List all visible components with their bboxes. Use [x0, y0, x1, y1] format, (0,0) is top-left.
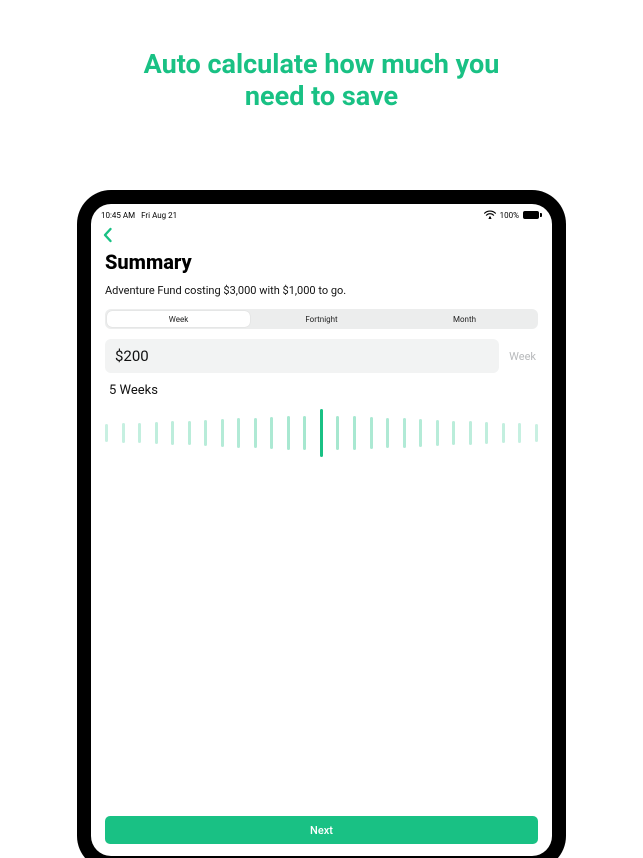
- slider-tick: [155, 422, 158, 444]
- slider-tick: [353, 416, 356, 449]
- slider-tick: [188, 421, 191, 446]
- slider-tick: [303, 416, 306, 451]
- slider-tick: [436, 420, 439, 446]
- status-time: 10:45 AM: [101, 211, 135, 220]
- segment-fortnight[interactable]: Fortnight: [250, 311, 393, 327]
- slider-tick: [221, 419, 224, 447]
- slider-tick: [105, 424, 108, 442]
- slider-tick: [535, 424, 538, 442]
- slider-tick: [254, 418, 257, 448]
- period-segmented-control[interactable]: Week Fortnight Month: [105, 309, 538, 329]
- segment-week[interactable]: Week: [107, 311, 250, 327]
- app-screen: 10:45 AM Fri Aug 21 100%: [91, 204, 552, 856]
- slider-tick: [419, 419, 422, 447]
- slider-tick: [469, 421, 472, 445]
- slider-tick: [122, 423, 125, 442]
- slider-tick: [270, 417, 273, 449]
- duration-label: 5 Weeks: [105, 383, 538, 398]
- next-button[interactable]: Next: [105, 816, 538, 844]
- slider-tick: [237, 418, 240, 447]
- slider-tick: [370, 417, 373, 449]
- slider-tick: [204, 420, 207, 446]
- slider-tick: [336, 416, 339, 451]
- wifi-icon: [484, 210, 496, 221]
- battery-icon: [523, 211, 542, 219]
- slider-tick: [485, 422, 488, 444]
- slider-tick: [287, 416, 290, 449]
- marketing-headline: Auto calculate how much you need to save: [0, 48, 643, 113]
- amount-field[interactable]: $200: [105, 339, 499, 373]
- slider-tick: [171, 421, 174, 445]
- slider-tick: [452, 421, 455, 446]
- status-date: Fri Aug 21: [141, 211, 177, 220]
- slider-tick: [138, 423, 141, 444]
- back-button[interactable]: [99, 226, 117, 244]
- device-frame: 10:45 AM Fri Aug 21 100%: [77, 190, 566, 858]
- slider-tick-center: [320, 409, 323, 457]
- status-battery-pct: 100%: [500, 211, 519, 220]
- page-title: Summary: [105, 250, 538, 274]
- summary-subtitle: Adventure Fund costing $3,000 with $1,00…: [105, 284, 538, 297]
- statusbar: 10:45 AM Fri Aug 21 100%: [91, 206, 552, 224]
- slider-tick: [403, 418, 406, 447]
- amount-unit-label: Week: [509, 339, 538, 373]
- slider-tick: [386, 418, 389, 448]
- navbar: [91, 224, 552, 246]
- slider-tick: [502, 423, 505, 444]
- bottom-bar: Next: [91, 806, 552, 856]
- content-area: Summary Adventure Fund costing $3,000 wi…: [91, 246, 552, 806]
- slider-tick: [518, 423, 521, 442]
- segment-month[interactable]: Month: [393, 311, 536, 327]
- duration-slider[interactable]: [105, 408, 538, 458]
